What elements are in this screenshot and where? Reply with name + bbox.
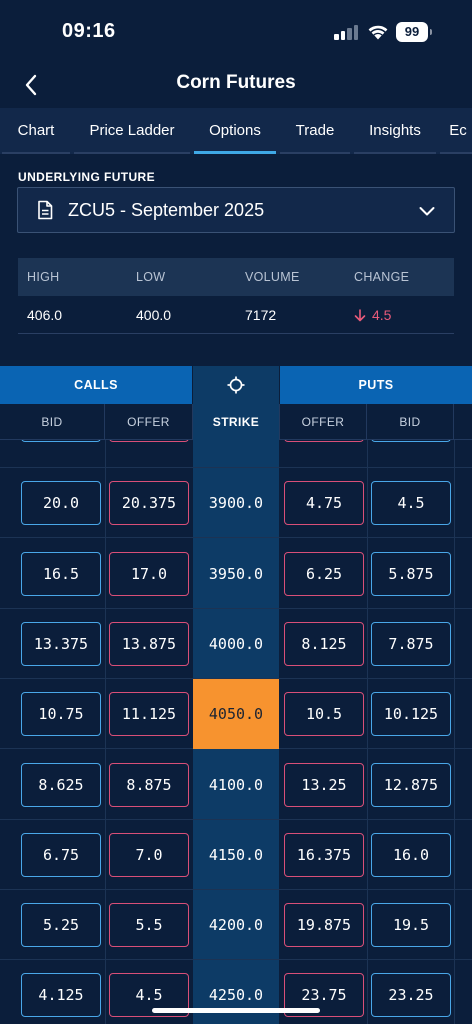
stats-header-high: HIGH	[27, 270, 60, 284]
page-title: Corn Futures	[176, 72, 296, 93]
put-bid-cell[interactable]	[371, 440, 451, 442]
call-offer-cell[interactable]: 20.375	[109, 481, 189, 526]
tab-chart[interactable]: Chart	[0, 108, 72, 154]
call-offer-cell[interactable]: 7.0	[109, 832, 189, 877]
option-row	[0, 440, 472, 468]
signal-icon	[334, 24, 360, 40]
tab-bar: Chart Price Ladder Options Trade Insights Ec	[0, 108, 472, 154]
puts-header: PUTS	[280, 366, 472, 404]
strike-cell: 4000.0	[208, 634, 264, 653]
tab-insights[interactable]: Insights	[352, 108, 438, 154]
call-bid-cell[interactable]: 8.625	[21, 762, 101, 807]
stats-high-value: 406.0	[27, 307, 63, 323]
stats-change-text: 4.5	[372, 307, 392, 323]
underlying-future-value: ZCU5 - September 2025	[68, 199, 265, 220]
options-board-header: CALLS PUTS	[0, 366, 472, 404]
stats-volume-value: 7172	[245, 307, 277, 323]
tab-price-ladder[interactable]: Price Ladder	[72, 108, 192, 154]
strike-cell-at-the-money: 4050.0	[193, 679, 279, 750]
stats-header-change: CHANGE	[354, 270, 410, 284]
strike-cell: 4100.0	[208, 775, 264, 794]
column-header-row: BID OFFER STRIKE OFFER BID	[0, 404, 472, 440]
option-row: 5.25 5.5 19.875 19.5 4200.0	[0, 890, 472, 961]
options-grid[interactable]: 20.0 20.375 4.75 4.5 3900.0 16.5 17.0 6.25 5.875…	[0, 440, 472, 1024]
call-offer-cell[interactable]: 13.875	[109, 621, 189, 666]
wifi-icon	[368, 25, 388, 40]
crosshair-icon	[227, 376, 245, 394]
call-offer-cell[interactable]: 8.875	[109, 762, 189, 807]
status-time: 09:16	[62, 20, 116, 42]
put-offer-cell[interactable]: 4.75	[284, 481, 364, 526]
put-offer-cell[interactable]: 8.125	[284, 621, 364, 666]
put-offer-cell[interactable]: 16.375	[284, 832, 364, 877]
call-offer-cell[interactable]: 11.125	[109, 692, 189, 737]
home-indicator	[152, 1008, 320, 1013]
strike-cell: 4150.0	[208, 845, 264, 864]
status-bar: 09:16 99	[0, 0, 472, 64]
put-bid-cell[interactable]: 16.0	[371, 832, 451, 877]
underlying-future-label: UNDERLYING FUTURE	[18, 170, 156, 184]
document-icon	[38, 200, 53, 220]
tab-ec[interactable]: Ec	[438, 108, 472, 154]
put-offer-cell[interactable]: 10.5	[284, 692, 364, 737]
strike-cell: 3900.0	[208, 494, 264, 513]
put-bid-cell[interactable]: 5.875	[371, 551, 451, 596]
column-header-call-bid: BID	[0, 404, 105, 440]
column-header-strike: STRIKE	[193, 404, 280, 440]
column-header-call-offer: OFFER	[105, 404, 193, 440]
option-row: 16.5 17.0 6.25 5.875 3950.0	[0, 539, 472, 609]
put-offer-cell[interactable]	[284, 440, 364, 442]
call-bid-cell[interactable]: 6.75	[21, 832, 101, 877]
put-offer-cell[interactable]: 13.25	[284, 762, 364, 807]
recenter-button[interactable]	[193, 366, 279, 404]
put-bid-cell[interactable]: 19.5	[371, 903, 451, 948]
call-bid-cell[interactable]: 10.75	[21, 692, 101, 737]
stats-header-low: LOW	[136, 270, 166, 284]
put-bid-cell[interactable]: 4.5	[371, 481, 451, 526]
put-bid-cell[interactable]: 23.25	[371, 973, 451, 1018]
tab-trade[interactable]: Trade	[278, 108, 352, 154]
stats-table: HIGH LOW VOLUME CHANGE 406.0 400.0 7172 …	[18, 258, 454, 336]
put-bid-cell[interactable]: 10.125	[371, 692, 451, 737]
put-bid-cell[interactable]: 12.875	[371, 762, 451, 807]
option-row: 4.125 4.5 23.75 23.25 4250.0	[0, 960, 472, 1024]
column-header-put-bid: BID	[367, 404, 454, 440]
stats-value-row: 406.0 400.0 7172 4.5	[18, 296, 454, 334]
stats-change-value: 4.5	[345, 296, 454, 333]
call-bid-cell[interactable]: 16.5	[21, 551, 101, 596]
call-offer-cell[interactable]	[109, 440, 189, 442]
option-row: 6.75 7.0 16.375 16.0 4150.0	[0, 820, 472, 890]
chevron-down-icon	[419, 207, 435, 216]
call-offer-cell[interactable]: 5.5	[109, 903, 189, 948]
put-bid-cell[interactable]: 7.875	[371, 621, 451, 666]
calls-header: CALLS	[0, 366, 192, 404]
option-row: 10.75 11.125 10.5 10.125 4050.0	[0, 679, 472, 750]
battery-icon: 99	[396, 22, 432, 42]
call-bid-cell[interactable]: 20.0	[21, 481, 101, 526]
call-bid-cell[interactable]: 4.125	[21, 973, 101, 1018]
option-row: 8.625 8.875 13.25 12.875 4100.0	[0, 750, 472, 820]
column-header-put-offer: OFFER	[280, 404, 367, 440]
option-row: 20.0 20.375 4.75 4.5 3900.0	[0, 468, 472, 539]
call-offer-cell[interactable]: 17.0	[109, 551, 189, 596]
arrow-down-icon	[354, 309, 366, 322]
call-bid-cell[interactable]	[21, 440, 101, 442]
call-bid-cell[interactable]: 13.375	[21, 621, 101, 666]
strike-cell: 3950.0	[208, 564, 264, 583]
stats-header-row: HIGH LOW VOLUME CHANGE	[18, 258, 454, 296]
put-offer-cell[interactable]: 19.875	[284, 903, 364, 948]
option-row: 13.375 13.875 8.125 7.875 4000.0	[0, 609, 472, 679]
column-header-spacer	[454, 404, 472, 440]
stats-low-value: 400.0	[136, 307, 172, 323]
put-offer-cell[interactable]: 6.25	[284, 551, 364, 596]
call-bid-cell[interactable]: 5.25	[21, 903, 101, 948]
tab-options[interactable]: Options	[192, 108, 278, 154]
stats-header-volume: VOLUME	[245, 270, 300, 284]
strike-cell	[193, 440, 279, 468]
strike-cell: 4200.0	[208, 916, 264, 935]
strike-cell: 4250.0	[208, 986, 264, 1005]
underlying-future-select[interactable]: ZCU5 - September 2025	[17, 187, 455, 233]
